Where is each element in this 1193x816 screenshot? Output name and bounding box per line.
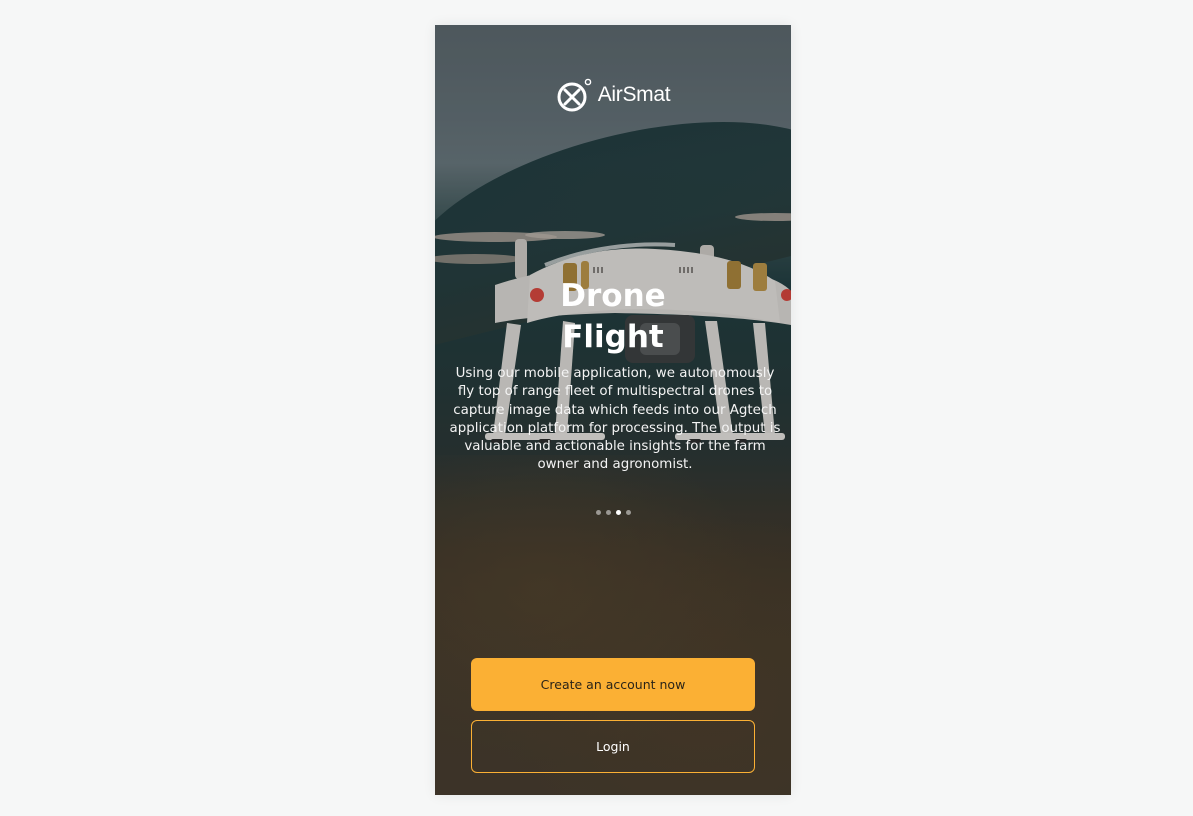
pagination-dot-active[interactable] — [615, 510, 621, 515]
onboarding-screen: AirSmat Drone Flight Using our mobile ap… — [435, 25, 791, 795]
pagination-dot[interactable] — [625, 510, 631, 515]
brand-logo: AirSmat — [435, 77, 791, 113]
pagination-dot[interactable] — [605, 510, 611, 515]
create-account-button[interactable]: Create an account now — [471, 658, 755, 711]
carousel-pagination — [435, 510, 791, 515]
pagination-dot[interactable] — [595, 510, 601, 515]
brand-name: AirSmat — [597, 83, 671, 106]
slide-description: Using our mobile application, we autonom… — [449, 366, 781, 473]
login-button[interactable]: Login — [471, 720, 755, 773]
slide-title: Drone Flight — [435, 276, 791, 358]
slide-title-line2: Flight — [562, 319, 664, 355]
airsmat-logo-icon — [557, 78, 592, 112]
slide-title-line1: Drone — [560, 278, 666, 314]
